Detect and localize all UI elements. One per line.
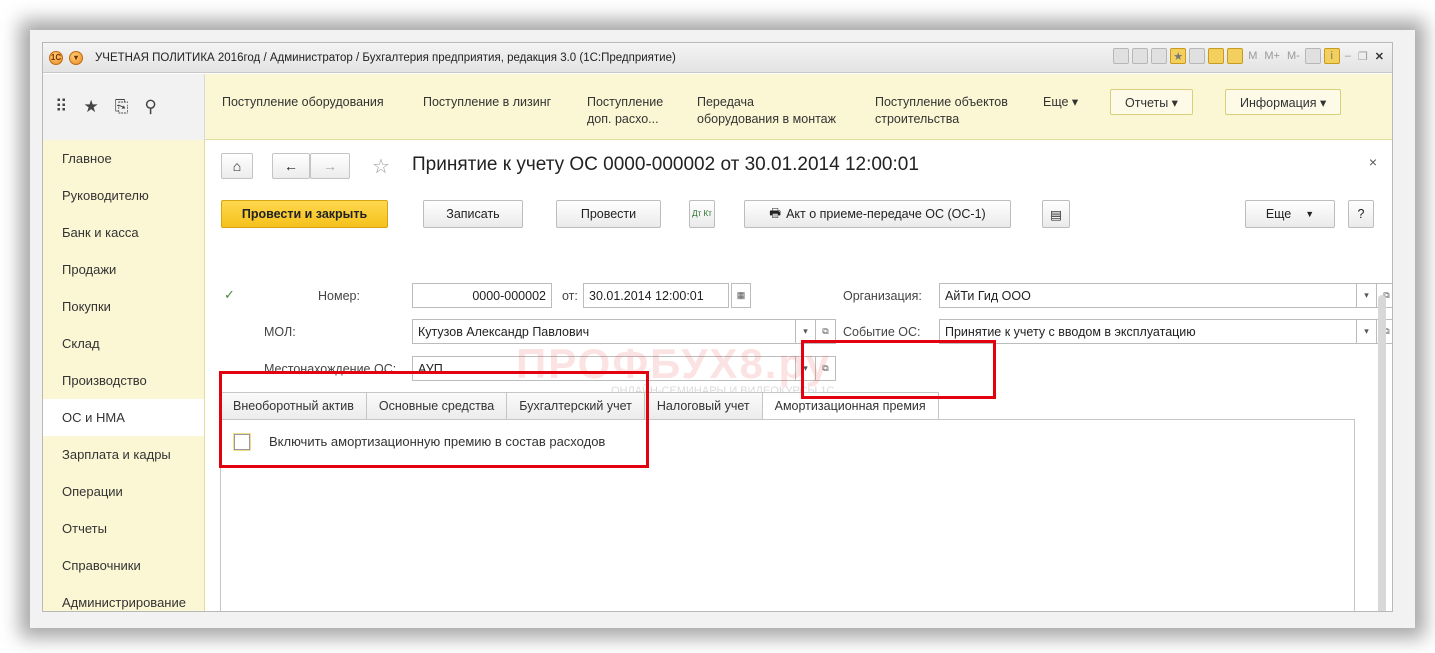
act-os1-button[interactable]: 🖶 Акт о приеме-передаче ОС (ОС-1) <box>744 200 1011 228</box>
memory-plus-button[interactable]: M+ <box>1262 50 1282 62</box>
close-window-button[interactable]: ✕ <box>1373 50 1386 63</box>
app-logo-icon: 1С <box>49 50 63 65</box>
section-actions-bar: Поступление оборудования Поступление в л… <box>205 74 1392 140</box>
history-icon[interactable]: ⎘ <box>115 97 129 117</box>
menu-item-sales[interactable]: Продажи <box>43 251 204 288</box>
highlight-checkbox <box>219 371 649 468</box>
calendar-icon[interactable] <box>1227 48 1244 64</box>
act-os1-label: Акт о приеме-передаче ОС (ОС-1) <box>786 207 986 221</box>
menu-item-fixed-assets[interactable]: ОС и НМА <box>43 399 204 436</box>
favorites-star-icon[interactable]: ★ <box>83 97 98 117</box>
layout-icon[interactable] <box>1304 48 1321 64</box>
event-dropdown-icon[interactable]: ▾ <box>1357 319 1377 344</box>
date-field[interactable]: 30.01.2014 12:00:01 <box>583 283 729 308</box>
forward-button[interactable]: → <box>310 153 350 179</box>
menu-item-main[interactable]: Главное <box>43 140 204 177</box>
number-label: Номер: <box>318 289 360 303</box>
number-field[interactable]: 0000-000002 <box>412 283 552 308</box>
save-button[interactable]: Записать <box>423 200 523 228</box>
memory-minus-button[interactable]: M- <box>1285 50 1302 62</box>
minimize-button[interactable]: – <box>1343 50 1353 62</box>
info-icon[interactable]: i <box>1323 48 1340 64</box>
menu-item-manager[interactable]: Руководителю <box>43 177 204 214</box>
reports-button[interactable]: Отчеты ▾ <box>1110 89 1193 115</box>
link-equipment-receipt[interactable]: Поступление оборудования <box>222 94 384 111</box>
document-list-icon[interactable]: ▤ <box>1042 200 1070 228</box>
menu-item-warehouse[interactable]: Склад <box>43 325 204 362</box>
menu-item-purchases[interactable]: Покупки <box>43 288 204 325</box>
organization-label: Организация: <box>843 289 922 303</box>
help-button[interactable]: ? <box>1348 200 1374 228</box>
post-button[interactable]: Провести <box>556 200 661 228</box>
dt-kt-button[interactable]: Дт Кт <box>689 200 715 228</box>
favorites-icon[interactable]: ★ <box>1170 48 1187 64</box>
event-field[interactable]: Принятие к учету с вводом в эксплуатацию <box>939 319 1357 344</box>
favorite-star-icon[interactable]: ☆ <box>372 154 390 179</box>
app-window: 1С ▾ УЧЕТНАЯ ПОЛИТИКА 2016год / Админист… <box>42 42 1393 612</box>
menu-item-operations[interactable]: Операции <box>43 473 204 510</box>
organization-field[interactable]: АйТи Гид ООО <box>939 283 1357 308</box>
document-title: Принятие к учету ОС 0000-000002 от 30.01… <box>412 154 919 175</box>
apps-grid-icon[interactable]: ⠿ <box>55 97 67 117</box>
home-button[interactable]: ⌂ <box>221 153 253 179</box>
menu-item-reports[interactable]: Отчеты <box>43 510 204 547</box>
sections-menu: Главное Руководителю Банк и касса Продаж… <box>43 140 205 611</box>
close-document-button[interactable]: × <box>1369 154 1377 170</box>
link-additional-costs[interactable]: Поступление доп. расхо... <box>587 94 663 128</box>
organization-dropdown-icon[interactable]: ▾ <box>1357 283 1377 308</box>
link-leasing-receipt[interactable]: Поступление в лизинг <box>423 94 551 111</box>
status-icon: ✓ <box>224 287 235 302</box>
title-bar-tools: ★ M M+ M- i – ❐ ✕ <box>1113 48 1386 64</box>
menu-item-administration[interactable]: Администрирование <box>43 584 204 611</box>
highlight-active-tab <box>801 340 996 399</box>
more-menu[interactable]: Еще ▾ <box>1043 94 1078 111</box>
save-icon[interactable] <box>1113 48 1130 64</box>
tab-tax-accounting[interactable]: Налоговый учет <box>643 392 762 420</box>
mol-label: МОЛ: <box>264 325 296 339</box>
quick-tools: ⠿ ★ ⎘ ⚲ <box>43 74 205 140</box>
vertical-scrollbar[interactable] <box>1378 295 1386 611</box>
more-actions-label: Еще <box>1265 207 1292 221</box>
search-icon[interactable]: ⚲ <box>144 97 156 117</box>
back-button[interactable]: ← <box>272 153 310 179</box>
menu-item-bank-cash[interactable]: Банк и касса <box>43 214 204 251</box>
post-and-close-button[interactable]: Провести и закрыть <box>221 200 388 228</box>
menu-item-directories[interactable]: Справочники <box>43 547 204 584</box>
link-construction-receipt[interactable]: Поступление объектов строительства <box>875 94 1008 128</box>
information-button[interactable]: Информация ▾ <box>1225 89 1342 115</box>
title-bar: 1С ▾ УЧЕТНАЯ ПОЛИТИКА 2016год / Админист… <box>43 43 1392 73</box>
preview-icon[interactable] <box>1151 48 1168 64</box>
chevron-down-icon: ▼ <box>1305 209 1315 219</box>
calendar-picker-icon[interactable]: ▦ <box>731 283 751 308</box>
date-label: от: <box>562 289 578 303</box>
link-transfer-to-installation[interactable]: Передача оборудования в монтаж <box>697 94 836 128</box>
calculator-icon[interactable] <box>1208 48 1225 64</box>
restore-button[interactable]: ❐ <box>1356 50 1370 63</box>
print-icon[interactable] <box>1132 48 1149 64</box>
memory-button[interactable]: M <box>1246 50 1259 62</box>
menu-item-salary[interactable]: Зарплата и кадры <box>43 436 204 473</box>
link-icon[interactable] <box>1189 48 1206 64</box>
more-actions-button[interactable]: Еще ▼ <box>1245 200 1335 228</box>
window-title: УЧЕТНАЯ ПОЛИТИКА 2016год / Администратор… <box>95 51 676 64</box>
main-menu-icon[interactable]: ▾ <box>69 50 83 65</box>
printer-icon: 🖶 <box>769 205 782 220</box>
menu-item-production[interactable]: Производство <box>43 362 204 399</box>
event-label: Событие ОС: <box>843 325 921 339</box>
